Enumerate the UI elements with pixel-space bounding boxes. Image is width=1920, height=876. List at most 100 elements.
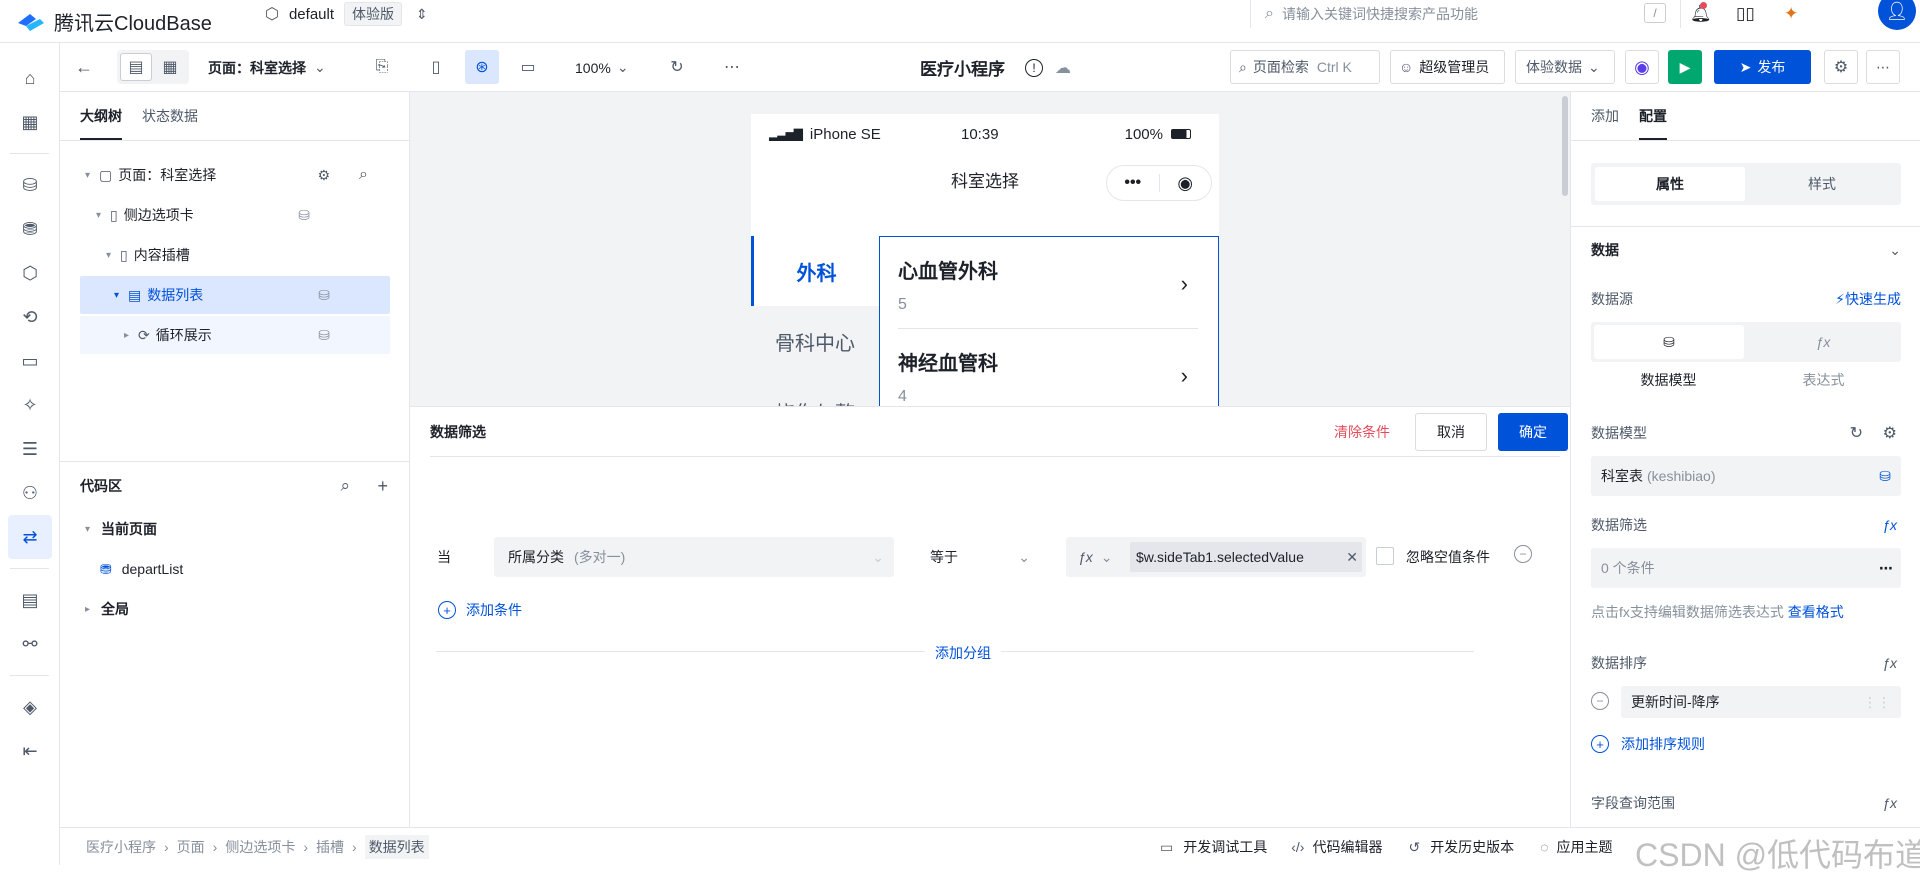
- close-icon[interactable]: ✕: [1346, 549, 1358, 566]
- tab-state-data[interactable]: 状态数据: [142, 106, 198, 126]
- list-item[interactable]: 神经血管科 4 ›: [898, 347, 1198, 406]
- side-tab-item[interactable]: 外科: [751, 236, 879, 306]
- tree-node-loop[interactable]: ▸ ⟳ 循环展示 ⛁: [80, 316, 390, 354]
- cube-settings-icon[interactable]: ◈: [0, 685, 60, 729]
- refresh-icon[interactable]: ↻: [1850, 423, 1863, 443]
- refresh-icon[interactable]: ↻: [665, 55, 689, 79]
- avatar[interactable]: 👤︎: [1878, 0, 1916, 30]
- capsule-close-icon[interactable]: ◉: [1159, 173, 1211, 194]
- fx-icon[interactable]: ƒx: [1882, 517, 1897, 533]
- fx-icon[interactable]: ƒx: [1748, 325, 1898, 359]
- field-select[interactable]: 所属分类 (多对一) ⌄: [494, 537, 894, 577]
- role-button[interactable]: ☺ 超级管理员: [1390, 50, 1505, 84]
- code-item-departlist[interactable]: ⛃ departList: [100, 550, 183, 588]
- view-format-link[interactable]: 查看格式: [1788, 604, 1844, 620]
- list-item[interactable]: 心血管外科 5 ›: [898, 255, 1198, 329]
- search-icon[interactable]: ⌕: [340, 476, 350, 496]
- dev-history[interactable]: 开发历史版本: [1430, 837, 1514, 857]
- brand[interactable]: 腾讯云CloudBase: [16, 0, 212, 43]
- database-search-icon[interactable]: ⛃: [0, 207, 60, 251]
- run-button[interactable]: ▶: [1668, 50, 1702, 84]
- cloud-status-icon[interactable]: ☁: [1055, 58, 1071, 78]
- settings-icon[interactable]: ⚙: [1883, 423, 1897, 443]
- layers-icon[interactable]: ☰: [0, 427, 60, 471]
- tree-node-page[interactable]: ▾ ▢ 页面：科室选择 ⚙ ⌕: [85, 156, 370, 194]
- ai-icon[interactable]: ✧: [0, 383, 60, 427]
- breadcrumb-item[interactable]: 数据列表: [364, 835, 429, 859]
- value-tag[interactable]: $w.sideTab1.selectedValue: [1130, 542, 1362, 572]
- data-section-header[interactable]: 数据 ⌄: [1591, 228, 1901, 272]
- folder-icon[interactable]: ▭: [0, 339, 60, 383]
- remove-sort-icon[interactable]: −: [1591, 692, 1609, 710]
- capsule-more-icon[interactable]: •••: [1107, 174, 1159, 192]
- more-icon[interactable]: ⋯: [1866, 50, 1900, 84]
- drag-handle-icon[interactable]: ⋮⋮: [1863, 694, 1891, 711]
- shield-icon[interactable]: ⬡: [0, 251, 60, 295]
- miniprogram-icon[interactable]: ⊛: [465, 50, 499, 84]
- env-name[interactable]: default: [289, 6, 334, 23]
- app-theme[interactable]: 应用主题: [1557, 837, 1613, 857]
- add-group-button[interactable]: 添加分组: [925, 643, 1001, 663]
- source-opt-model[interactable]: 数据模型: [1591, 370, 1746, 390]
- collapse-rail-icon[interactable]: ⇤: [0, 729, 60, 773]
- tab-outline[interactable]: 大纲树: [80, 92, 122, 140]
- layout-view-icon[interactable]: ▦: [154, 53, 186, 81]
- capsule-menu[interactable]: ••• ◉: [1106, 165, 1212, 201]
- add-icon[interactable]: +: [377, 476, 388, 497]
- sort-rule-field[interactable]: 更新时间-降序 ⋮⋮: [1621, 686, 1901, 718]
- tab-add[interactable]: 添加: [1591, 106, 1619, 126]
- breadcrumb-item[interactable]: 医疗小程序: [86, 837, 156, 857]
- quick-generate-link[interactable]: ⚡快速生成: [1835, 289, 1901, 309]
- code-editor[interactable]: 代码编辑器: [1312, 837, 1382, 857]
- seg-style[interactable]: 样式: [1747, 167, 1897, 201]
- operator-select[interactable]: 等于 ⌄: [920, 537, 1040, 577]
- tab-config[interactable]: 配置: [1639, 92, 1667, 140]
- info-icon[interactable]: !: [1025, 58, 1043, 77]
- tree-node-side-tab[interactable]: ▾ ▯ 侧边选项卡 ⛁: [96, 196, 370, 234]
- database-icon[interactable]: ⛁: [1594, 325, 1744, 359]
- source-opt-expression[interactable]: 表达式: [1746, 370, 1901, 390]
- back-arrow-icon[interactable]: ←: [72, 55, 96, 79]
- home-icon[interactable]: ⌂: [0, 56, 60, 100]
- ignore-empty-checkbox[interactable]: [1376, 547, 1394, 565]
- add-sort-button[interactable]: + 添加排序规则: [1591, 732, 1705, 756]
- database-icon[interactable]: ⛁: [0, 163, 60, 207]
- side-tab-item[interactable]: 骨科中心: [751, 306, 879, 376]
- breadcrumb-item[interactable]: 侧边选项卡: [225, 837, 295, 857]
- tree-node-slot[interactable]: ▾ ▯ 内容插槽: [106, 236, 370, 274]
- page-view-icon[interactable]: ▤: [120, 53, 152, 81]
- desktop-icon[interactable]: ▭: [516, 55, 540, 79]
- theme-icon[interactable]: ✦: [1784, 4, 1798, 24]
- search-icon[interactable]: ⌕: [359, 166, 368, 184]
- data-list[interactable]: 心血管外科 5 › 神经血管科 4 ›: [879, 236, 1219, 406]
- apps-icon[interactable]: ▦: [0, 100, 60, 144]
- side-tab-item[interactable]: 烧伤与整: [751, 376, 879, 407]
- remove-condition-icon[interactable]: −: [1514, 545, 1532, 563]
- breadcrumb-item[interactable]: 页面: [177, 837, 205, 857]
- code-current-page[interactable]: ▾ 当前页面: [85, 510, 157, 548]
- user-icon[interactable]: ⚇: [0, 471, 60, 515]
- add-condition-button[interactable]: + 添加条件: [438, 595, 522, 625]
- plug-icon[interactable]: ⚯: [0, 622, 60, 666]
- publish-button[interactable]: ➤ 发布: [1714, 50, 1811, 84]
- clear-conditions-link[interactable]: 清除条件: [1334, 422, 1390, 442]
- page-search-button[interactable]: ⌕ 页面检索 Ctrl K: [1230, 50, 1380, 84]
- tree-node-data-list[interactable]: ▾ ▤ 数据列表 ⛁: [80, 276, 390, 314]
- data-filter-field[interactable]: 0 个条件 ⋯: [1591, 548, 1901, 588]
- data-mode-select[interactable]: 体验数据 ⌄: [1515, 50, 1615, 84]
- search-input[interactable]: 请输入关键词快捷搜索产品功能: [1282, 4, 1478, 24]
- more-icon[interactable]: ⋯: [1879, 560, 1893, 577]
- log-icon[interactable]: ▤: [0, 578, 60, 622]
- env-switch-icon[interactable]: ⇕: [416, 6, 428, 23]
- zoom-select[interactable]: 100% ⌄: [575, 43, 629, 92]
- workflow-icon[interactable]: ⟲: [0, 295, 60, 339]
- confirm-button[interactable]: 确定: [1498, 413, 1568, 451]
- preview-eye-icon[interactable]: ◉: [1625, 50, 1659, 84]
- more-icon[interactable]: ⋯: [720, 55, 744, 79]
- seg-attributes[interactable]: 属性: [1595, 167, 1745, 201]
- data-model-select[interactable]: 科室表 (keshibiao) ⛁: [1591, 456, 1901, 496]
- breadcrumb-item[interactable]: 插槽: [316, 837, 344, 857]
- global-search[interactable]: ⌕ 请输入关键词快捷搜索产品功能 /: [1250, 0, 1680, 28]
- canvas-scrollbar[interactable]: [1562, 96, 1568, 196]
- lowcode-icon[interactable]: ⇄: [8, 515, 52, 559]
